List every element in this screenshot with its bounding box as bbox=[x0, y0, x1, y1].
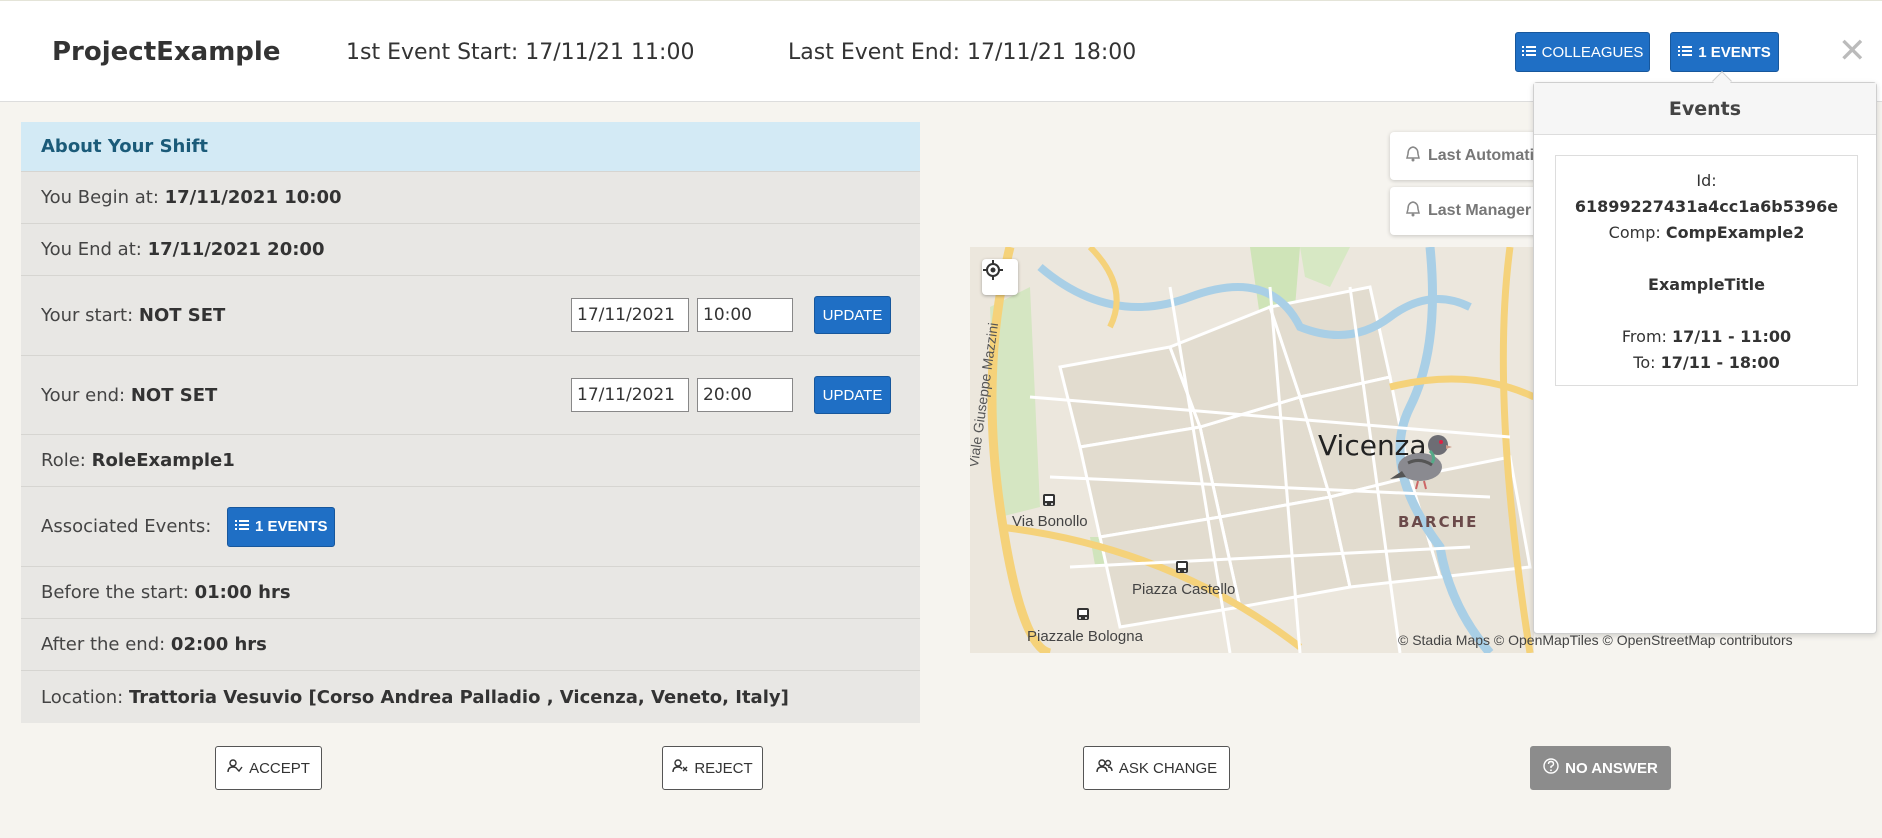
event-from-value: 17/11 - 11:00 bbox=[1672, 327, 1792, 346]
role-row: Role: RoleExample1 bbox=[21, 435, 920, 487]
colleagues-label: COLLEAGUES bbox=[1541, 43, 1644, 61]
event-id-value: 61899227431a4cc1a6b5396e bbox=[1574, 197, 1839, 216]
list-icon bbox=[1521, 44, 1536, 61]
last-manager-notification[interactable]: Last Manager bbox=[1390, 187, 1540, 235]
start-value: NOT SET bbox=[138, 305, 226, 326]
colleagues-button[interactable]: COLLEAGUES bbox=[1515, 32, 1650, 72]
begin-label: You Begin at: bbox=[41, 187, 159, 208]
users-icon bbox=[1096, 759, 1113, 777]
location-value: Trattoria Vesuvio [Corso Andrea Palladio… bbox=[128, 686, 789, 708]
begin-value: 17/11/2021 10:00 bbox=[164, 187, 342, 208]
start-time-input[interactable]: 10:00 bbox=[697, 298, 793, 332]
associated-events-count: 1 EVENTS bbox=[255, 518, 328, 535]
before-start-label: Before the start: bbox=[41, 582, 189, 603]
start-date-input[interactable]: 17/11/2021 bbox=[571, 298, 689, 332]
events-label: 1 EVENTS bbox=[1698, 43, 1771, 61]
associated-events-row: Associated Events: 1 EVENTS bbox=[21, 487, 920, 567]
before-start-value: 01:00 hrs bbox=[194, 582, 291, 603]
location-label: Location: bbox=[41, 686, 124, 708]
start-label: Your start: bbox=[41, 305, 134, 326]
no-answer-label: NO ANSWER bbox=[1565, 759, 1658, 777]
event-to-value: 17/11 - 18:00 bbox=[1660, 353, 1780, 372]
map-district-label: BARCHE bbox=[1398, 513, 1479, 531]
end-set-row: Your end: NOT SET 17/11/2021 20:00 UPDAT… bbox=[21, 356, 920, 435]
list-icon bbox=[1678, 44, 1693, 61]
ask-change-label: ASK CHANGE bbox=[1118, 759, 1218, 777]
events-button[interactable]: 1 EVENTS bbox=[1670, 32, 1779, 72]
event-card: Id: 61899227431a4cc1a6b5396e Comp: CompE… bbox=[1555, 155, 1858, 386]
last-automatic-label: Last Automati bbox=[1428, 147, 1535, 164]
before-start-row: Before the start: 01:00 hrs bbox=[21, 567, 920, 619]
location-map[interactable]: Vicenza BARCHE Via Bonollo Piazza Castel… bbox=[970, 247, 1534, 653]
role-value: RoleExample1 bbox=[91, 450, 235, 471]
shift-panel: About Your Shift You Begin at: 17/11/202… bbox=[21, 122, 920, 723]
update-start-button[interactable]: UPDATE bbox=[814, 296, 891, 334]
no-answer-button[interactable]: NO ANSWER bbox=[1530, 746, 1671, 790]
accept-label: ACCEPT bbox=[249, 759, 310, 777]
user-check-icon bbox=[227, 759, 243, 777]
event-from-label: From: bbox=[1621, 327, 1673, 346]
question-circle-icon bbox=[1543, 758, 1559, 778]
last-manager-label: Last Manager bbox=[1428, 202, 1532, 219]
bell-icon bbox=[1406, 200, 1420, 222]
close-icon[interactable]: ✕ bbox=[1838, 34, 1867, 68]
after-end-value: 02:00 hrs bbox=[170, 634, 267, 655]
event-comp-value: CompExample2 bbox=[1665, 223, 1805, 242]
update-end-button[interactable]: UPDATE bbox=[814, 376, 891, 414]
map-place-label: Piazzale Bologna bbox=[1027, 628, 1143, 645]
map-place-label: Piazza Castello bbox=[1132, 581, 1236, 598]
events-popover-title: Events bbox=[1534, 83, 1876, 135]
event-comp-label: Comp: bbox=[1608, 223, 1666, 242]
end-set-value: NOT SET bbox=[130, 384, 218, 406]
associated-events-button[interactable]: 1 EVENTS bbox=[227, 506, 336, 547]
user-x-icon bbox=[672, 759, 688, 777]
event-id-label: Id: bbox=[1696, 171, 1717, 190]
map-place-label: Via Bonollo bbox=[1012, 513, 1088, 530]
accept-button[interactable]: ACCEPT bbox=[215, 746, 322, 790]
end-set-label: Your end: bbox=[41, 384, 126, 406]
end-label: You End at: bbox=[41, 239, 142, 260]
event-to-label: To: bbox=[1633, 353, 1661, 372]
end-date-input[interactable]: 17/11/2021 bbox=[571, 378, 689, 412]
after-end-label: After the end: bbox=[41, 634, 166, 655]
end-time-input[interactable]: 20:00 bbox=[697, 378, 793, 412]
first-event-start: 1st Event Start: 17/11/21 11:00 bbox=[346, 40, 695, 65]
location-row: Location: Trattoria Vesuvio [Corso Andre… bbox=[21, 671, 920, 723]
project-title: ProjectExample bbox=[52, 37, 281, 67]
map-attribution[interactable]: © Stadia Maps © OpenMapTiles © OpenStree… bbox=[1398, 632, 1793, 648]
end-value: 17/11/2021 20:00 bbox=[147, 239, 325, 260]
associated-events-label: Associated Events: bbox=[41, 516, 212, 537]
last-event-end: Last Event End: 17/11/21 18:00 bbox=[788, 40, 1137, 65]
after-end-row: After the end: 02:00 hrs bbox=[21, 619, 920, 671]
ask-change-button[interactable]: ASK CHANGE bbox=[1083, 746, 1230, 790]
list-icon bbox=[235, 518, 250, 535]
bell-icon bbox=[1406, 145, 1420, 167]
shift-panel-title: About Your Shift bbox=[21, 122, 920, 172]
start-row: Your start: NOT SET 17/11/2021 10:00 UPD… bbox=[21, 276, 920, 356]
begin-row: You Begin at: 17/11/2021 10:00 bbox=[21, 172, 920, 224]
locate-button[interactable] bbox=[982, 259, 1018, 295]
events-popover: Events Id: 61899227431a4cc1a6b5396e Comp… bbox=[1533, 82, 1877, 634]
reject-label: REJECT bbox=[694, 759, 753, 777]
last-automatic-notification[interactable]: Last Automati bbox=[1390, 132, 1540, 180]
event-title: ExampleTitle bbox=[1648, 275, 1765, 294]
role-label: Role: bbox=[41, 450, 86, 471]
end-row: You End at: 17/11/2021 20:00 bbox=[21, 224, 920, 276]
reject-button[interactable]: REJECT bbox=[662, 746, 763, 790]
